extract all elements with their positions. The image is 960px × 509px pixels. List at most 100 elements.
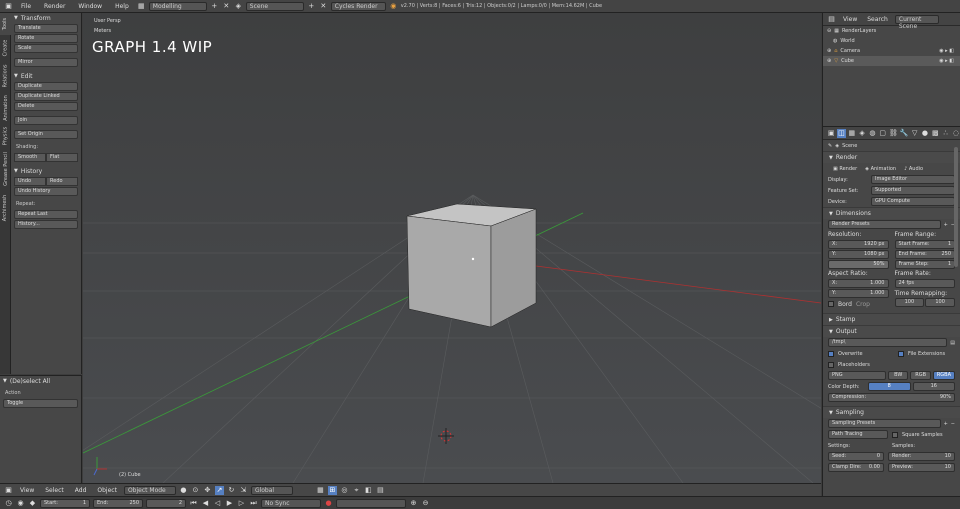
action-dropdown[interactable]: Toggle	[3, 399, 78, 408]
insert-keyframe-icon[interactable]: ⊕	[409, 499, 418, 508]
menu-window[interactable]: Window	[73, 3, 107, 10]
tab-archimesh[interactable]: Archimesh	[0, 191, 11, 225]
redo-button[interactable]: Redo	[46, 177, 78, 186]
stamp-panel-header[interactable]: ▶ Stamp	[823, 313, 960, 325]
proportional-edit-icon[interactable]: ◎	[340, 486, 349, 495]
remove-scene-icon[interactable]: ✕	[319, 2, 328, 11]
end-frame-field[interactable]: End: 250	[93, 498, 143, 508]
delete-button[interactable]: Delete	[14, 102, 78, 111]
panel-edit-header[interactable]: ▼ Edit	[11, 71, 81, 81]
play-reverse-icon[interactable]: ◁	[213, 499, 222, 508]
flat-button[interactable]: Flat	[46, 153, 78, 162]
outliner-editor-icon[interactable]: ▤	[827, 15, 836, 24]
frame-step-field[interactable]: Frame Step: 1	[894, 260, 955, 269]
translate-button[interactable]: Translate	[14, 24, 78, 33]
render-animation-button[interactable]: ◈ Animation	[865, 166, 896, 172]
render-preview-icon[interactable]: ◧	[364, 486, 373, 495]
tab-relations[interactable]: Relations	[0, 61, 11, 91]
square-samples-checkbox[interactable]	[892, 431, 898, 438]
start-frame-field[interactable]: Start Frame: 1	[894, 240, 955, 249]
record-icon[interactable]: ◉	[16, 499, 25, 508]
material-tab-icon[interactable]: ●	[921, 129, 929, 138]
manipulator-icon[interactable]: ✥	[203, 486, 212, 495]
pivot-point-icon[interactable]: ⊙	[191, 486, 200, 495]
aspect-y-field[interactable]: Y: 1.000	[828, 289, 889, 298]
integrator-dropdown[interactable]: Path Tracing	[828, 430, 888, 439]
feature-set-dropdown[interactable]: Supported	[871, 186, 955, 195]
rotate-manipulator-icon[interactable]: ↻	[227, 486, 236, 495]
translate-manipulator-icon[interactable]: ↗	[214, 485, 224, 495]
undo-button[interactable]: Undo	[14, 177, 46, 186]
border-checkbox[interactable]	[828, 301, 834, 307]
jump-start-icon[interactable]: ⏮	[189, 499, 198, 508]
tab-tools[interactable]: Tools	[0, 13, 11, 35]
depth-8-button[interactable]: 8	[868, 382, 911, 391]
output-path-field[interactable]: /tmp\	[828, 338, 948, 347]
resolution-percent-field[interactable]: 50%	[828, 260, 889, 269]
history-button[interactable]: History...	[14, 220, 78, 229]
next-key-icon[interactable]: ▷	[237, 499, 246, 508]
outliner-item-cube[interactable]: ⊕ ▽ Cube ◉ ▸ ◧	[823, 56, 960, 66]
add-layout-icon[interactable]: +	[210, 2, 219, 11]
outliner-menu-search[interactable]: Search	[864, 16, 891, 23]
remap-old-field[interactable]: 100	[894, 298, 925, 307]
end-frame-field[interactable]: End Frame: 250	[894, 250, 955, 259]
resolution-y-field[interactable]: Y: 1080 px	[828, 250, 889, 259]
rgb-button[interactable]: RGB	[910, 371, 931, 380]
properties-editor-icon[interactable]: ▣	[827, 129, 835, 138]
current-frame-field[interactable]: 2	[146, 498, 186, 508]
set-origin-button[interactable]: Set Origin	[14, 130, 78, 139]
folder-icon[interactable]: ▤	[950, 340, 955, 346]
render-audio-button[interactable]: ♪ Audio	[904, 166, 923, 172]
add-preset-icon[interactable]: +	[944, 222, 948, 228]
repeat-last-button[interactable]: Repeat Last	[14, 210, 78, 219]
tab-animation[interactable]: Animation	[0, 93, 11, 123]
scene-selector[interactable]: Scene	[245, 1, 304, 11]
sampling-panel-header[interactable]: ▼ Sampling	[823, 406, 960, 418]
add-scene-icon[interactable]: +	[307, 2, 316, 11]
outliner-item-camera[interactable]: ⊕ ⌂ Camera ◉ ▸ ◧	[823, 46, 960, 56]
remove-layout-icon[interactable]: ✕	[222, 2, 231, 11]
rotate-button[interactable]: Rotate	[14, 34, 78, 43]
constraints-tab-icon[interactable]: ⛓	[889, 129, 898, 138]
sampling-presets-dropdown[interactable]: Sampling Presets	[828, 419, 941, 428]
outliner-item-world[interactable]: ◍ World	[823, 36, 960, 46]
menu-render[interactable]: Render	[39, 3, 70, 10]
depth-16-button[interactable]: 16	[912, 382, 955, 391]
render-presets-dropdown[interactable]: Render Presets	[828, 220, 941, 229]
compression-slider[interactable]: Compression: 90%	[828, 393, 955, 402]
keying-set-selector[interactable]	[336, 498, 406, 508]
outliner-display-selector[interactable]: Current Scene	[894, 14, 939, 30]
scene-tab-icon[interactable]: ◈	[858, 129, 866, 138]
3d-viewport[interactable]: User Persp Meters GRAPH 1.4 WIP (2) Cube	[83, 13, 821, 483]
aspect-x-field[interactable]: X: 1.000	[828, 279, 889, 288]
remove-preset-icon[interactable]: −	[951, 421, 955, 427]
keying-icon[interactable]: ◆	[28, 499, 37, 508]
output-panel-header[interactable]: ▼ Output	[823, 325, 960, 337]
menu-object[interactable]: Object	[93, 487, 121, 494]
editor-type-icon[interactable]: ▣	[4, 486, 13, 495]
add-preset-icon[interactable]: +	[944, 421, 948, 427]
world-tab-icon[interactable]: ◍	[868, 129, 876, 138]
device-dropdown[interactable]: GPU Compute	[871, 197, 955, 206]
bw-button[interactable]: BW	[888, 371, 909, 380]
undo-history-button[interactable]: Undo History	[14, 187, 78, 196]
timeline-editor-icon[interactable]: ◷	[4, 499, 13, 508]
panel-history-header[interactable]: ▼ History	[11, 166, 81, 176]
join-button[interactable]: Join	[14, 116, 78, 125]
remap-new-field[interactable]: 100	[925, 298, 955, 307]
orientation-selector[interactable]: Global	[250, 485, 293, 495]
delete-keyframe-icon[interactable]: ⊖	[421, 499, 430, 508]
dimensions-panel-header[interactable]: ▼ Dimensions	[823, 207, 960, 219]
data-tab-icon[interactable]: ▽	[910, 129, 918, 138]
rgba-button[interactable]: RGBA	[932, 371, 956, 380]
placeholders-checkbox[interactable]	[828, 361, 834, 368]
render-samples-field[interactable]: Render: 10	[888, 452, 955, 461]
prev-key-icon[interactable]: ◀	[201, 499, 210, 508]
scale-button[interactable]: Scale	[14, 44, 78, 53]
visibility-eye-icon[interactable]: ◉ ▸ ◧	[939, 58, 954, 64]
overwrite-checkbox[interactable]	[828, 350, 834, 357]
render-image-button[interactable]: ▣ Render	[833, 166, 857, 172]
tab-physics[interactable]: Physics	[0, 125, 11, 147]
object-tab-icon[interactable]: ▢	[879, 129, 887, 138]
